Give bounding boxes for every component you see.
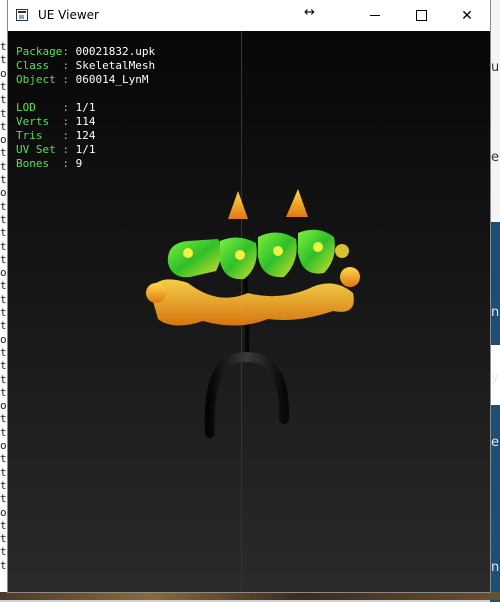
rendered-mesh (128, 181, 368, 441)
background-right-strip: u e n y e n (490, 0, 500, 602)
background-glyph: t (0, 79, 7, 93)
app-icon (16, 9, 28, 21)
3d-viewport[interactable]: Package: 00021832.upk Class : SkeletalMe… (8, 31, 490, 592)
background-glyph: t (0, 518, 7, 532)
background-glyph: t (0, 465, 7, 479)
background-blue-block (490, 222, 500, 602)
background-taskbar-strip (0, 592, 500, 600)
maximize-icon (415, 10, 427, 21)
background-glyph: o (0, 332, 7, 346)
background-glyph: t (0, 226, 7, 240)
background-glyph: t (0, 212, 7, 226)
info-row-object: Object : 060014_LynM (16, 73, 149, 86)
background-glyph: t (0, 532, 7, 546)
mesh-info-overlay: Package: 00021832.upk Class : SkeletalMe… (16, 45, 155, 171)
minimize-icon (370, 15, 380, 16)
background-glyph: t (0, 252, 7, 266)
background-glyph: t (0, 159, 7, 173)
background-glyph: t (0, 359, 7, 373)
background-glyph: t (0, 452, 7, 466)
background-glyph: n (491, 305, 500, 320)
background-glyph: n (491, 560, 500, 575)
background-glyph: o (0, 66, 7, 80)
background-glyph: o (0, 439, 7, 452)
background-glyph: t (0, 558, 7, 572)
background-glyph: t (0, 425, 7, 439)
close-button[interactable]: ✕ (444, 0, 490, 31)
background-glyph: t (0, 40, 7, 53)
mesh-render-graphic (146, 189, 360, 438)
background-glyph: e (491, 435, 499, 450)
background-glyph: t (0, 478, 7, 492)
background-glyph: t (0, 492, 7, 506)
info-row-package: Package: 00021832.upk (16, 45, 156, 58)
info-row-lod: LOD : 1/1 (16, 101, 96, 114)
background-glyph: t (0, 239, 7, 253)
background-glyph: t (0, 93, 7, 107)
background-glyph: o (0, 186, 7, 200)
background-glyph: o (0, 399, 7, 413)
info-row-bones: Bones : 9 (16, 157, 83, 170)
window-title: UE Viewer (38, 8, 99, 22)
background-glyph: t (0, 412, 7, 426)
background-glyph: t (0, 545, 7, 559)
background-glyph: t (0, 199, 7, 213)
background-glyph: o (0, 266, 7, 280)
background-glyph: t (0, 173, 7, 186)
background-glyph: t (0, 146, 7, 160)
background-glyph: t (0, 279, 7, 293)
background-glyph: t (0, 345, 7, 359)
background-glyph: t (0, 385, 7, 399)
resize-cursor-icon: ↔ (304, 5, 315, 20)
background-glyph: o (0, 505, 7, 519)
background-glyph: e (491, 150, 499, 165)
info-row-tris: Tris : 124 (16, 129, 96, 142)
background-glyph: t (0, 292, 7, 306)
background-glyph: t (0, 106, 7, 120)
background-glyph: y (491, 370, 499, 385)
info-row-uvset: UV Set : 1/1 (16, 143, 96, 156)
background-glyph: t (0, 372, 7, 386)
info-row-verts: Verts : 114 (16, 115, 96, 128)
background-glyph: t (0, 306, 7, 319)
background-glyph: t (0, 53, 7, 67)
close-icon: ✕ (461, 7, 473, 24)
maximize-button[interactable] (398, 0, 444, 31)
info-row-class: Class : SkeletalMesh (16, 59, 156, 72)
background-glyph: t (0, 319, 7, 333)
background-glyph: o (0, 133, 7, 147)
title-bar[interactable]: UE Viewer ↔ ✕ (8, 0, 490, 31)
background-glyph: t (0, 119, 7, 133)
ue-viewer-window: UE Viewer ↔ ✕ Package: 00021832.upk Clas… (8, 0, 490, 592)
background-left-strip: ttottttotttotttttottttottttottottttotttt (0, 0, 8, 600)
minimize-button[interactable] (352, 0, 398, 31)
background-glyph: u (491, 60, 500, 75)
